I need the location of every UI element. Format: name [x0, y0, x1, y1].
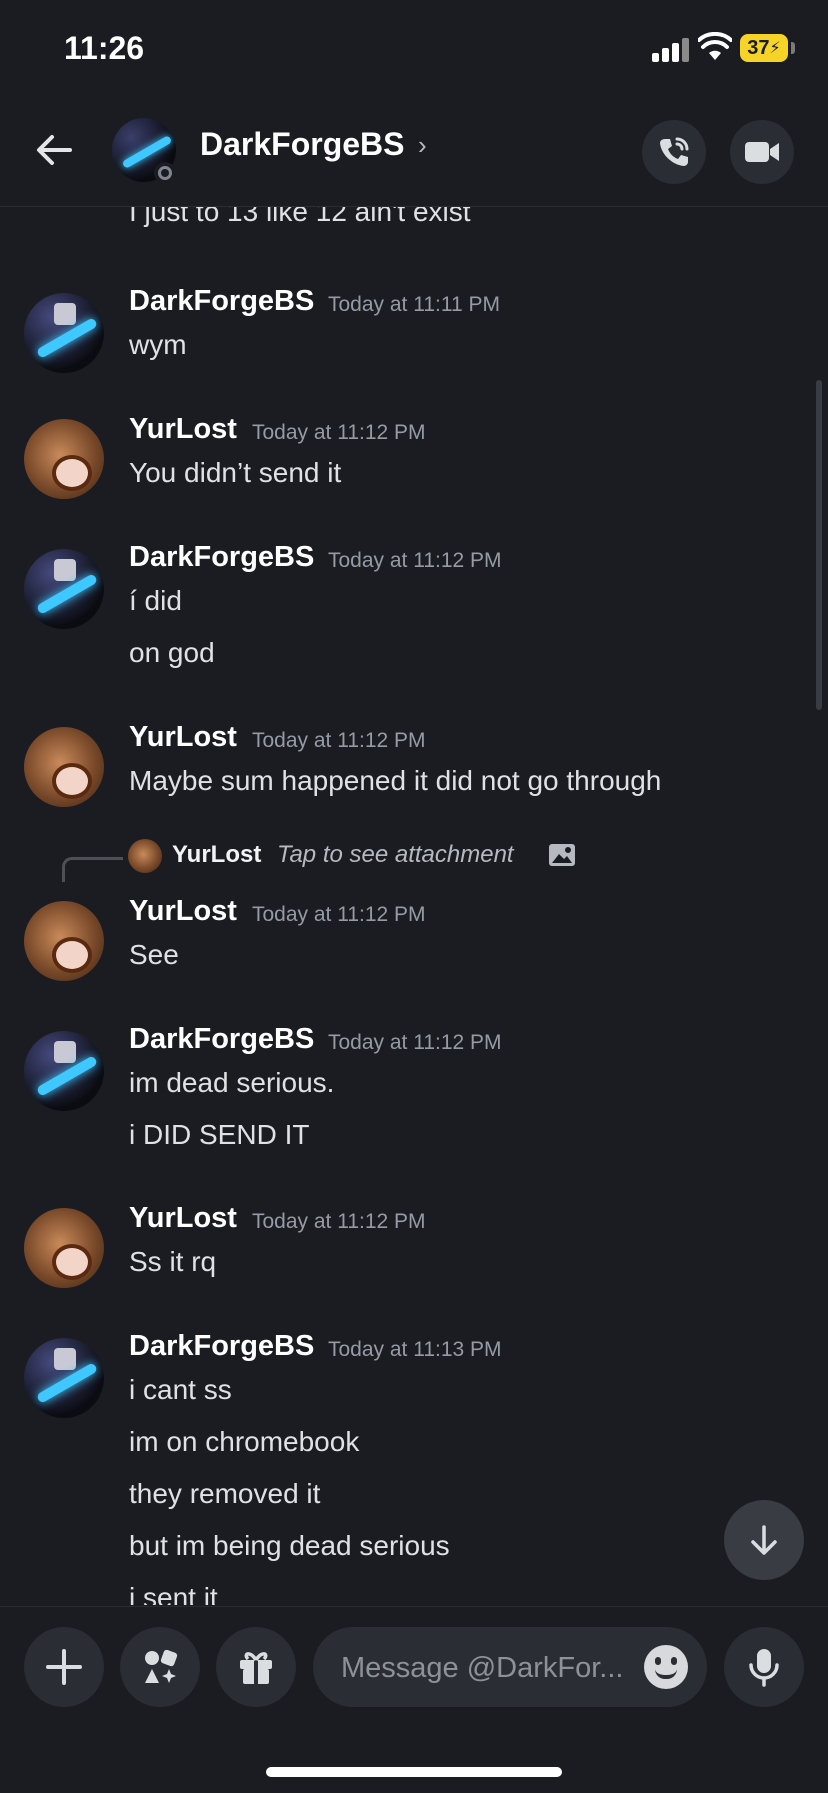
jump-to-present-button[interactable]: [724, 1500, 804, 1580]
avatar[interactable]: [24, 419, 104, 499]
battery-icon: 37 ⚡: [740, 34, 788, 62]
message-author[interactable]: YurLost: [129, 1202, 237, 1235]
message-text: i sent it: [129, 1582, 218, 1605]
message-text: wym: [129, 329, 187, 360]
video-camera-icon: [745, 142, 779, 162]
message-timestamp: Today at 11:11 PM: [328, 293, 500, 316]
message-author[interactable]: YurLost: [129, 413, 237, 446]
message-input[interactable]: [339, 1627, 643, 1709]
message-text: on god: [129, 637, 215, 668]
arrow-down-icon: [751, 1525, 777, 1555]
status-bar: 11:26 37 ⚡: [0, 0, 828, 100]
message-text: but im being dead serious: [129, 1530, 450, 1561]
message-timestamp: Today at 11:12 PM: [328, 549, 502, 572]
message-text: See: [129, 939, 179, 970]
wifi-icon: [698, 32, 732, 60]
message-author[interactable]: YurLost: [129, 895, 237, 928]
message-author[interactable]: DarkForgeBS: [129, 285, 314, 318]
video-call-button[interactable]: [730, 120, 794, 184]
avatar[interactable]: [24, 1031, 104, 1111]
chevron-right-icon[interactable]: ›: [418, 130, 427, 161]
avatar[interactable]: [24, 293, 104, 373]
add-attachment-button[interactable]: [24, 1627, 104, 1707]
chat-header: DarkForgeBS ›: [0, 100, 828, 207]
message-text: im on chromebook: [129, 1426, 360, 1457]
image-icon: [549, 844, 575, 866]
message-text: í did: [129, 585, 182, 616]
message-input-container[interactable]: [313, 1627, 707, 1709]
message-text: they removed it: [129, 1478, 321, 1509]
avatar[interactable]: [24, 1338, 104, 1418]
message-author[interactable]: DarkForgeBS: [129, 1023, 314, 1056]
message-timestamp: Today at 11:12 PM: [252, 903, 426, 926]
status-time: 11:26: [64, 30, 145, 66]
gift-icon: [240, 1652, 272, 1684]
gift-button[interactable]: [216, 1627, 296, 1707]
message-author[interactable]: DarkForgeBS: [129, 541, 314, 574]
message-timestamp: Today at 11:12 PM: [252, 729, 426, 752]
message-text: Ss it rq: [129, 1246, 217, 1277]
message-timestamp: Today at 11:12 PM: [252, 421, 426, 444]
message-timestamp: Today at 11:12 PM: [252, 1210, 426, 1233]
back-arrow-icon[interactable]: [34, 130, 74, 170]
avatar[interactable]: [24, 1208, 104, 1288]
partial-message-text: I just to 13 like 12 ain't exist: [129, 207, 471, 227]
voice-message-button[interactable]: [724, 1627, 804, 1707]
reply-preview-text[interactable]: Tap to see attachment: [277, 841, 514, 869]
microphone-icon: [749, 1649, 779, 1687]
message-list[interactable]: I just to 13 like 12 ain't exist DarkFor…: [0, 207, 828, 1605]
home-indicator[interactable]: [266, 1767, 562, 1777]
message-author[interactable]: YurLost: [129, 721, 237, 754]
message-author[interactable]: DarkForgeBS: [129, 1330, 314, 1363]
message-composer: [0, 1606, 828, 1793]
message-timestamp: Today at 11:13 PM: [328, 1338, 502, 1361]
message-text: Maybe sum happened it did not go through: [129, 765, 662, 796]
message-text: i cant ss: [129, 1374, 232, 1405]
avatar[interactable]: [24, 901, 104, 981]
message-text: You didn’t send it: [129, 457, 342, 488]
scrollbar[interactable]: [816, 380, 822, 710]
message-text: im dead serious.: [129, 1067, 335, 1098]
reply-avatar[interactable]: [128, 839, 162, 873]
battery-level: 37: [747, 36, 770, 59]
apps-icon: [145, 1649, 178, 1683]
plus-icon: [46, 1649, 82, 1685]
voice-call-button[interactable]: [642, 120, 706, 184]
offline-status-icon: [154, 162, 176, 184]
channel-name[interactable]: DarkForgeBS: [200, 126, 405, 163]
apps-button[interactable]: [120, 1627, 200, 1707]
emoji-icon[interactable]: [644, 1645, 688, 1689]
avatar[interactable]: [24, 549, 104, 629]
avatar[interactable]: [24, 727, 104, 807]
battery-tip: [791, 42, 795, 54]
phone-icon: [660, 137, 689, 166]
reply-connector: [62, 857, 123, 882]
reply-author[interactable]: YurLost: [172, 841, 261, 869]
cellular-signal-icon: [652, 36, 690, 62]
message-text: i DID SEND IT: [129, 1119, 310, 1150]
message-timestamp: Today at 11:12 PM: [328, 1031, 502, 1054]
